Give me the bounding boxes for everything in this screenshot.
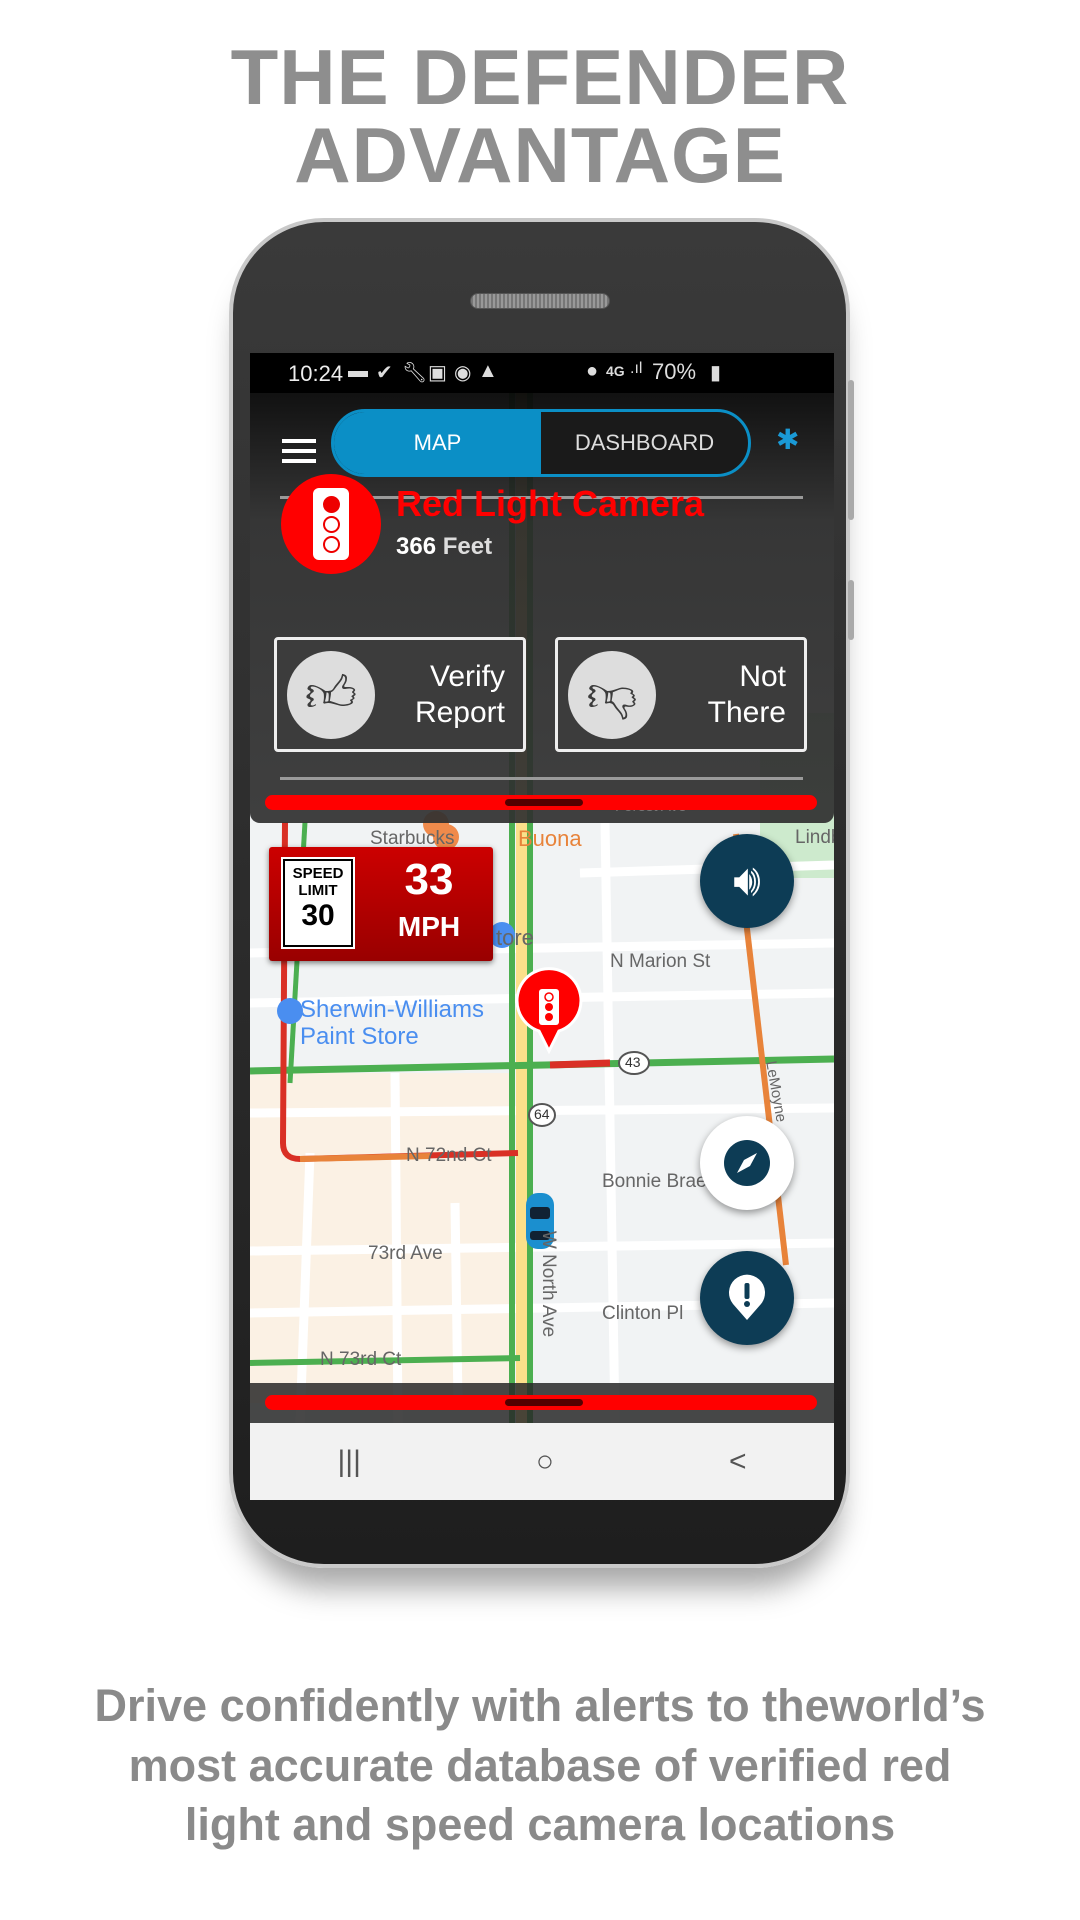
location-pin-icon: ● (586, 360, 599, 382)
compass-icon (724, 1140, 770, 1186)
view-toggle: MAP DASHBOARD (331, 409, 751, 477)
image-icon: ▣ (428, 362, 447, 384)
traffic-light-icon (281, 474, 381, 574)
battery-percent: 70% (652, 359, 697, 384)
map-label: Buona (518, 826, 582, 851)
speed-unit: MPH (397, 911, 461, 942)
menu-icon[interactable] (282, 439, 316, 463)
bluetooth-icon[interactable]: ✱ (776, 423, 799, 456)
home-button[interactable]: ○ (536, 1445, 554, 1479)
back-button[interactable]: < (729, 1445, 747, 1479)
signal-icon: .ıl (630, 360, 643, 377)
volume-button (848, 380, 854, 520)
compass-button[interactable] (700, 1116, 794, 1210)
map-label: N 72nd Ct (406, 1145, 492, 1166)
map-label: Lindbe (795, 827, 834, 848)
map-label: Bonnie Brae (602, 1171, 707, 1192)
not-there-button[interactable]: 👎︎ Not There (555, 637, 807, 752)
recents-button[interactable]: ||| (337, 1445, 360, 1479)
tagline-line-1: Drive confidently with alerts to theworl… (94, 1680, 986, 1731)
bottom-drag-handle[interactable] (265, 1395, 817, 1410)
verify-label: Verify (429, 659, 505, 693)
tab-dashboard[interactable]: DASHBOARD (541, 412, 748, 474)
tagline-line-3: light and speed camera locations (184, 1799, 896, 1850)
there-label: There (707, 695, 786, 729)
not-label: Not (739, 659, 786, 693)
map-label: Sherwin-Williams (300, 996, 485, 1023)
distance-value: 366 (396, 533, 437, 560)
alert-distance: 366 Feet (396, 533, 492, 561)
map-label: Clinton Pl (602, 1303, 684, 1324)
current-speed: 33 (404, 855, 454, 904)
alert-drag-handle[interactable] (265, 795, 817, 810)
speed-label: SPEED (292, 865, 344, 882)
check-icon: ✔ (376, 362, 393, 384)
map-label: N 73rd Ct (320, 1349, 402, 1370)
location-icon: ◉ (454, 362, 472, 384)
route-number: 64 (534, 1106, 550, 1122)
power-button (848, 580, 854, 640)
thumbs-up-icon: 👍︎ (287, 650, 375, 739)
tab-map[interactable]: MAP (334, 412, 541, 474)
distance-unit: Feet (442, 533, 493, 560)
tagline-line-2: most accurate database of verified red (128, 1740, 952, 1791)
battery-icon: ▮ (710, 362, 722, 384)
map-label: W North Ave (538, 1230, 560, 1338)
sound-button[interactable]: 🔊︎ (700, 834, 794, 928)
speed-limit-sign: SPEED LIMIT 30 (281, 857, 355, 949)
alert-title: Red Light Camera (396, 483, 705, 524)
headline-line-2: ADVANTAGE (294, 111, 786, 199)
network-type: 4G (606, 363, 625, 379)
alert-pin-icon (729, 1274, 765, 1320)
app-screen: Buona N Marion St Sherwin-Williams Paint… (250, 353, 834, 1500)
speaker-icon: 🔊︎ (733, 856, 761, 905)
limit-label: LIMIT (298, 882, 338, 899)
verify-report-button[interactable]: 👍︎ Verify Report (274, 637, 526, 752)
map-label: N Marion St (610, 951, 711, 972)
map-label: tore (496, 925, 534, 950)
wrench-icon: 🔧︎ (402, 362, 428, 384)
clock: 10:24 (288, 361, 344, 386)
report-label: Report (414, 695, 505, 729)
speed-display: SPEED LIMIT 30 33 MPH (269, 847, 493, 961)
map-label: 73rd Ave (368, 1243, 443, 1264)
route-number: 43 (625, 1054, 641, 1070)
report-button[interactable] (700, 1251, 794, 1345)
system-nav-bar: ||| ○ < (250, 1423, 834, 1500)
map-label: Paint Store (300, 1023, 419, 1050)
message-icon: ▬ (348, 360, 368, 382)
divider (280, 777, 803, 780)
thumbs-down-icon: 👎︎ (568, 650, 656, 739)
status-bar: 10:24 ▬ ✔ 🔧︎ ▣ ◉ ▲ ● 4G .ıl 70% ▮ (250, 353, 834, 393)
earpiece (470, 293, 610, 309)
headline-line-1: THE DEFENDER (230, 33, 850, 121)
drive-icon: ▲ (478, 360, 498, 382)
speed-limit-value: 30 (301, 899, 335, 932)
